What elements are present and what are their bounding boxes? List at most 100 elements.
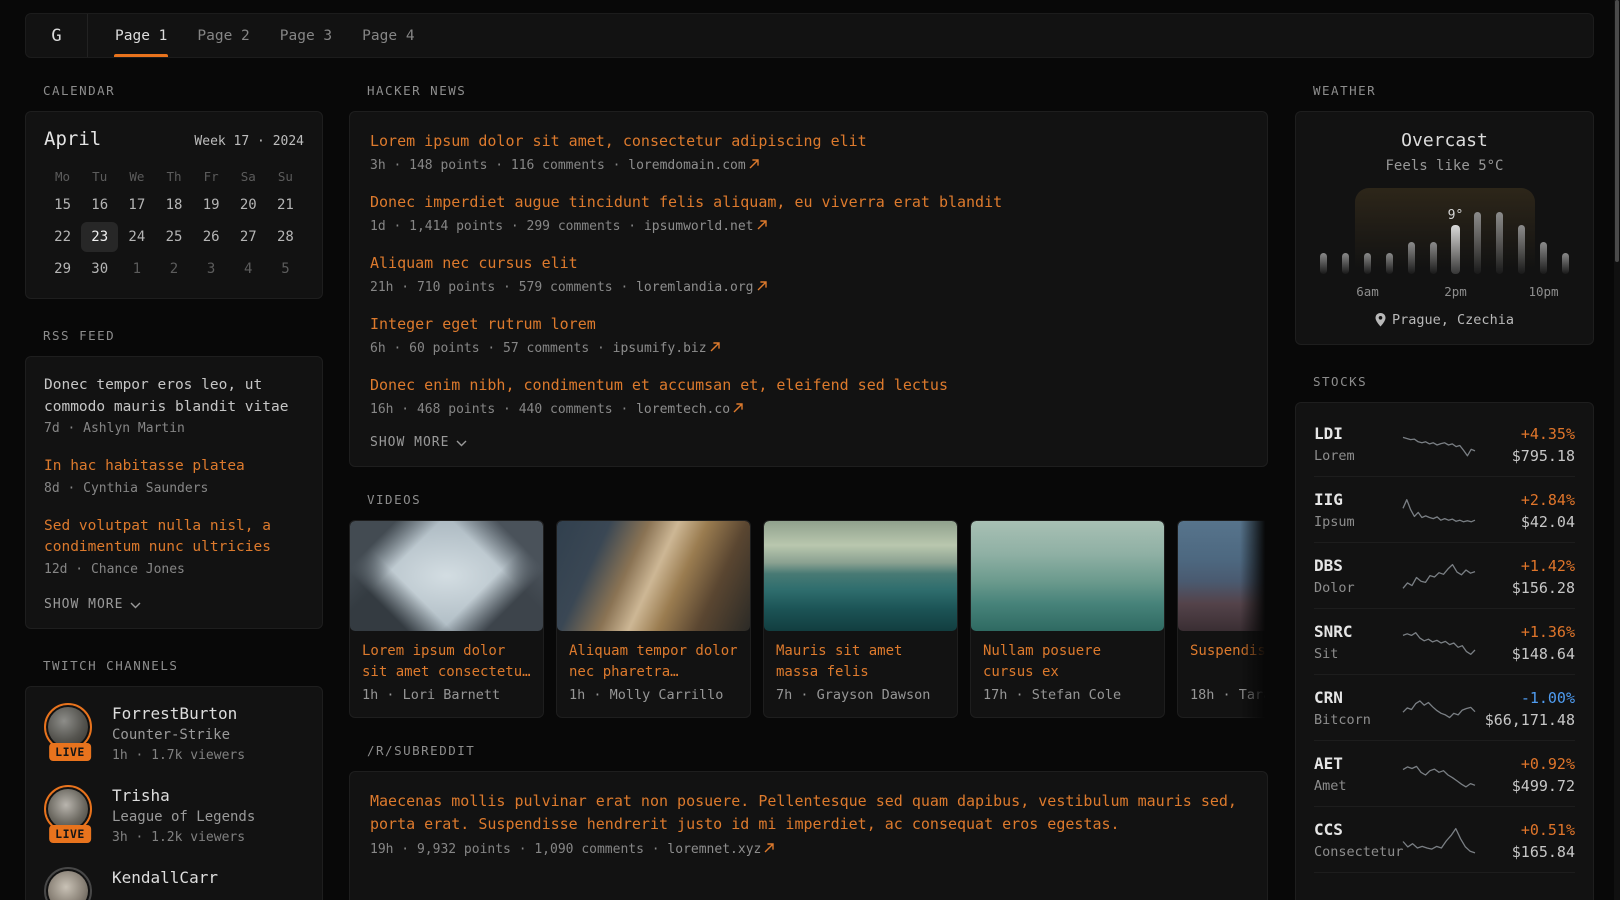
weather-bar-slot [1423,210,1445,274]
calendar-weekday: Tu [81,166,118,188]
post-domain-link[interactable]: loremtech.co [636,402,730,417]
rss-list: Donec tempor eros leo, ut commodo mauris… [44,375,304,577]
rss-item-title[interactable]: Donec tempor eros leo, ut commodo mauris… [44,375,304,418]
stock-change: +1.36% [1476,622,1575,642]
tab-page-4[interactable]: Page 4 [347,14,429,57]
twitch-avatar[interactable]: LIVE [44,703,96,755]
rss-item: Donec tempor eros leo, ut commodo mauris… [44,375,304,436]
right-column: WEATHER Overcast Feels like 5°C 9° 6am2p… [1295,75,1594,900]
page-tabs: Page 1Page 2Page 3Page 4 [100,14,430,57]
twitch-channel[interactable]: LIVE ForrestBurtonCounter-Strike1h · 1.7k… [44,703,304,765]
stock-row[interactable]: SNRCSit+1.36%$148.64 [1314,609,1575,675]
twitch-channel-meta: 1h · 1.7k viewers [112,746,245,765]
stock-row[interactable]: AHS+0.46% [1314,873,1575,900]
video-thumbnail[interactable] [971,521,1164,631]
twitch-channel-name[interactable]: ForrestBurton [112,703,245,725]
hackernews-item-title[interactable]: Aliquam nec cursus elit [370,252,1247,274]
video-thumbnail[interactable] [764,521,957,631]
calendar-day: 29 [44,254,81,284]
weather-bar-slot [1379,210,1401,274]
stocks-card: LDILorem+4.35%$795.18IIGIpsum+2.84%$42.0… [1295,402,1594,900]
hackernews-item-title[interactable]: Lorem ipsum dolor sit amet, consectetur … [370,130,1247,152]
twitch-channel-name[interactable]: Trisha [112,785,255,807]
post-domain-link[interactable]: ipsumify.biz [613,341,707,356]
video-thumbnail[interactable] [557,521,750,631]
middle-column: HACKER NEWS Lorem ipsum dolor sit amet, … [349,75,1268,900]
tab-page-3[interactable]: Page 3 [265,14,347,57]
post-domain-link[interactable]: loremnet.xyz [667,842,761,857]
twitch-avatar[interactable] [44,867,96,900]
subreddit-card: Maecenas mollis pulvinar erat non posuer… [349,771,1268,900]
app-logo[interactable]: G [26,14,88,57]
rss-show-more-button[interactable]: SHOW MORE [44,597,304,612]
stock-row[interactable]: AETAmet+0.92%$499.72 [1314,741,1575,807]
calendar-day: 18 [155,190,192,220]
video-card[interactable]: Nullam posuere cursus ex17h · Stefan Col… [970,520,1165,718]
twitch-channel[interactable]: LIVETrishaLeague of Legends3h · 1.2k vie… [44,785,304,847]
hackernews-item-title[interactable]: Donec enim nibh, condimentum et accumsan… [370,374,1247,396]
scrollbar-thumb[interactable] [1615,0,1619,262]
video-card[interactable]: Aliquam tempor dolor nec pharetra…1h · M… [556,520,751,718]
video-title[interactable]: Mauris sit amet massa felis [764,631,957,683]
stock-row[interactable]: DBSDolor+1.42%$156.28 [1314,543,1575,609]
stock-name: Bitcorn [1314,711,1402,729]
video-card[interactable]: Suspendisse diam18h · Tara [1177,520,1268,718]
stock-symbol[interactable]: IIG [1314,490,1402,510]
stock-symbol[interactable]: LDI [1314,424,1402,444]
rss-item-meta: 12d · Chance Jones [44,562,304,577]
rss-card: Donec tempor eros leo, ut commodo mauris… [25,356,323,629]
hackernews-item-title[interactable]: Donec imperdiet augue tincidunt felis al… [370,191,1247,213]
hackernews-item-title[interactable]: Integer eget rutrum lorem [370,313,1247,335]
stock-identity: CCSConsectetur [1314,820,1402,861]
rss-item-title[interactable]: In hac habitasse platea [44,456,304,478]
weather-tick-label: 2pm [1444,284,1467,299]
twitch-channel[interactable]: KendallCarr [44,867,304,900]
stock-sparkline [1402,693,1476,725]
hackernews-item: Donec enim nibh, condimentum et accumsan… [370,374,1247,419]
post-domain-link[interactable]: ipsumworld.net [644,219,754,234]
video-card[interactable]: Mauris sit amet massa felis7h · Grayson … [763,520,958,718]
tab-page-2[interactable]: Page 2 [182,14,264,57]
hackernews-show-more-button[interactable]: SHOW MORE [370,435,1247,450]
video-card[interactable]: Lorem ipsum dolor sit amet consectetu…1h… [349,520,544,718]
video-thumbnail[interactable] [350,521,543,631]
twitch-channel-game: League of Legends [112,807,255,828]
page-scrollbar[interactable] [1614,0,1620,900]
stock-symbol[interactable]: SNRC [1314,622,1402,642]
weather-bar [1342,253,1349,274]
post-domain-link[interactable]: loremdomain.com [628,158,745,173]
stock-identity: IIGIpsum [1314,490,1402,531]
stock-name: Lorem [1314,447,1402,465]
tab-page-1[interactable]: Page 1 [100,14,182,57]
weather-bar-slot [1467,210,1489,274]
weather-bar [1408,242,1415,274]
stock-symbol[interactable]: CRN [1314,688,1402,708]
video-title[interactable]: Aliquam tempor dolor nec pharetra… [557,631,750,683]
stock-symbol[interactable]: DBS [1314,556,1402,576]
stock-row[interactable]: IIGIpsum+2.84%$42.04 [1314,477,1575,543]
videos-section-label: VIDEOS [367,493,1268,507]
weather-bar-slot [1533,210,1555,274]
twitch-channel-name[interactable]: KendallCarr [112,867,218,889]
weather-bars: 9° [1313,210,1577,274]
post-domain-link[interactable]: loremlandia.org [636,280,753,295]
stock-price: $148.64 [1476,645,1575,664]
chevron-down-icon [130,602,141,609]
hackernews-list: Lorem ipsum dolor sit amet, consectetur … [370,130,1247,419]
stock-symbol[interactable]: CCS [1314,820,1402,840]
subreddit-post-title[interactable]: Maecenas mollis pulvinar erat non posuer… [370,790,1247,836]
rss-item-meta: 8d · Cynthia Saunders [44,481,304,496]
video-title[interactable]: Nullam posuere cursus ex [971,631,1164,683]
video-thumbnail[interactable] [1178,521,1268,631]
video-title[interactable]: Suspendisse diam [1178,631,1268,683]
twitch-channel-game: Counter-Strike [112,725,245,746]
stock-sparkline [1402,561,1476,593]
stock-price: $66,171.48 [1476,711,1575,730]
twitch-avatar[interactable]: LIVE [44,785,96,837]
stock-row[interactable]: CCSConsectetur+0.51%$165.84 [1314,807,1575,873]
rss-item-title[interactable]: Sed volutpat nulla nisl, a condimentum n… [44,516,304,559]
stock-row[interactable]: CRNBitcorn-1.00%$66,171.48 [1314,675,1575,741]
stock-row[interactable]: LDILorem+4.35%$795.18 [1314,411,1575,477]
video-title[interactable]: Lorem ipsum dolor sit amet consectetu… [350,631,543,683]
stock-symbol[interactable]: AET [1314,754,1402,774]
